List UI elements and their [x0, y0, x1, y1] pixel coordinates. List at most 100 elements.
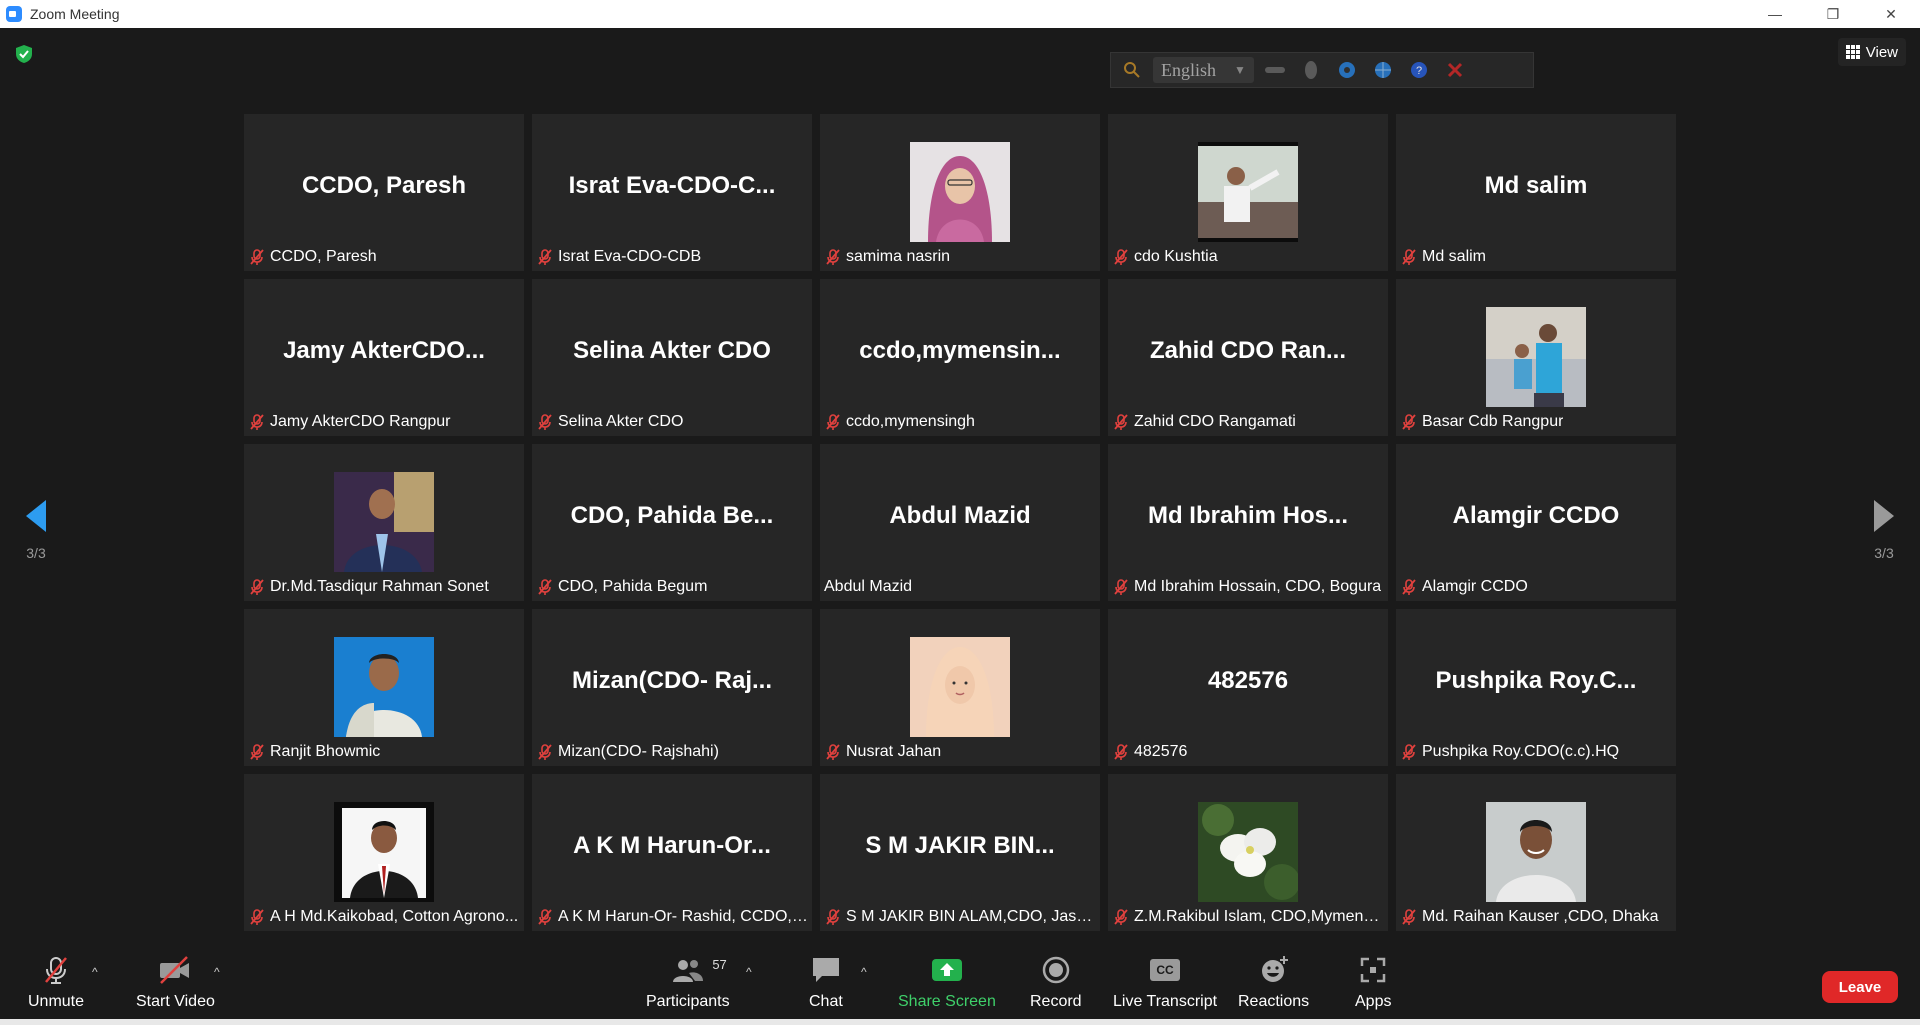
muted-mic-icon	[1114, 909, 1128, 925]
meeting-toolbar: Unmute ^ Start Video ^ 57 Participants ^…	[0, 945, 1920, 1019]
muted-mic-icon	[538, 579, 552, 595]
participant-display-name: Zahid CDO Ran...	[1149, 337, 1346, 364]
security-shield-icon[interactable]	[14, 44, 34, 64]
participant-tile[interactable]: S M JAKIR BIN... S M JAKIR BIN ALAM,CDO, …	[820, 774, 1100, 931]
settings-tool-icon[interactable]	[1332, 57, 1362, 83]
participant-tile[interactable]: CDO, Pahida Be... CDO, Pahida Begum	[532, 444, 812, 601]
participant-name: CCDO, Paresh	[270, 248, 377, 265]
participant-name: Israt Eva-CDO-CDB	[558, 248, 702, 265]
reactions-button[interactable]: Reactions	[1238, 953, 1309, 1011]
participant-tile[interactable]: ccdo,mymensin... ccdo,mymensingh	[820, 279, 1100, 436]
participant-namebar: CCDO, Paresh	[248, 245, 377, 269]
participant-namebar: A K M Harun-Or- Rashid, CCDO, T...	[536, 905, 808, 929]
start-video-button[interactable]: Start Video	[136, 953, 215, 1011]
muted-mic-icon	[250, 909, 264, 925]
participant-tile[interactable]: Mizan(CDO- Raj... Mizan(CDO- Rajshahi)	[532, 609, 812, 766]
muted-mic-icon	[250, 744, 264, 760]
live-transcript-button[interactable]: CC Live Transcript	[1113, 953, 1217, 1011]
chat-button[interactable]: Chat	[809, 953, 843, 1011]
participant-namebar: Jamy AkterCDO Rangpur	[248, 410, 451, 434]
zoom-app-icon	[6, 6, 22, 22]
next-page-control[interactable]: 3/3	[1864, 498, 1904, 561]
participant-namebar: Pushpika Roy.CDO(c.c).HQ	[1400, 740, 1619, 764]
muted-mic-icon	[1402, 744, 1416, 760]
participant-tile[interactable]: samima nasrin	[820, 114, 1100, 271]
participant-tile[interactable]: CCDO, Paresh CCDO, Paresh	[244, 114, 524, 271]
participants-label: Participants	[646, 993, 730, 1010]
participant-tile[interactable]: Ranjit Bhowmic	[244, 609, 524, 766]
participant-namebar: Mizan(CDO- Rajshahi)	[536, 740, 719, 764]
participant-display-name: 482576	[1207, 667, 1289, 694]
participant-namebar: Selina Akter CDO	[536, 410, 683, 434]
view-label: View	[1865, 43, 1898, 61]
apps-button[interactable]: Apps	[1355, 953, 1391, 1011]
participant-namebar: Alamgir CCDO	[1400, 575, 1528, 599]
participants-button[interactable]: 57 Participants	[646, 953, 730, 1011]
participant-display-name: Selina Akter CDO	[573, 337, 771, 364]
muted-mic-icon	[826, 909, 840, 925]
participant-name: Basar Cdb Rangpur	[1422, 413, 1564, 430]
participant-tile[interactable]: Nusrat Jahan	[820, 609, 1100, 766]
participant-tile[interactable]: Alamgir CCDO Alamgir CCDO	[1396, 444, 1676, 601]
participant-tile[interactable]: Md salim Md salim	[1396, 114, 1676, 271]
participant-tile[interactable]: Basar Cdb Rangpur	[1396, 279, 1676, 436]
language-current: English	[1161, 59, 1217, 80]
chat-options-caret[interactable]: ^	[861, 965, 867, 979]
muted-mic-icon	[1114, 744, 1128, 760]
share-screen-icon	[931, 959, 962, 981]
arrow-left-icon	[26, 500, 46, 532]
participant-tile[interactable]: A H Md.Kaikobad, Cotton Agrono...	[244, 774, 524, 931]
record-button[interactable]: Record	[1030, 953, 1082, 1011]
participants-options-caret[interactable]: ^	[746, 965, 752, 979]
participant-avatar	[334, 637, 434, 737]
participant-tile[interactable]: Z.M.Rakibul Islam, CDO,Mymensin...	[1108, 774, 1388, 931]
share-screen-button[interactable]: Share Screen	[898, 953, 996, 1011]
close-window-button[interactable]: ✕	[1862, 0, 1920, 28]
participant-tile[interactable]: Abdul Mazid Abdul Mazid	[820, 444, 1100, 601]
unmute-button[interactable]: Unmute	[28, 953, 84, 1011]
muted-mic-icon	[1114, 249, 1128, 265]
participant-tile[interactable]: Md. Raihan Kauser ,CDO, Dhaka	[1396, 774, 1676, 931]
help-tool-icon[interactable]: ?	[1404, 57, 1434, 83]
record-icon	[1042, 956, 1070, 984]
view-button[interactable]: View	[1837, 38, 1906, 66]
muted-mic-icon	[1402, 249, 1416, 265]
previous-page-control[interactable]: 3/3	[16, 498, 56, 561]
speaker-tool-icon[interactable]	[1260, 57, 1290, 83]
reactions-label: Reactions	[1238, 993, 1310, 1010]
participant-display-name: A K M Harun-Or...	[573, 832, 771, 859]
participant-tile[interactable]: Pushpika Roy.C... Pushpika Roy.CDO(c.c).H…	[1396, 609, 1676, 766]
language-select[interactable]: English ▼	[1153, 57, 1254, 83]
magnifier-tool-icon[interactable]	[1117, 57, 1147, 83]
window-controls: — ❐ ✕	[1746, 0, 1920, 28]
participant-tile[interactable]: Selina Akter CDO Selina Akter CDO	[532, 279, 812, 436]
audio-options-caret[interactable]: ^	[92, 965, 98, 979]
participant-tile[interactable]: cdo Kushtia	[1108, 114, 1388, 271]
muted-mic-icon	[538, 744, 552, 760]
participant-namebar: Z.M.Rakibul Islam, CDO,Mymensin...	[1112, 905, 1384, 929]
apps-label: Apps	[1355, 993, 1392, 1010]
leave-button[interactable]: Leave	[1822, 971, 1898, 1003]
participant-namebar: Dr.Md.Tasdiqur Rahman Sonet	[248, 575, 489, 599]
minimize-button[interactable]: —	[1746, 0, 1804, 28]
video-options-caret[interactable]: ^	[214, 965, 220, 979]
participant-tile[interactable]: Md Ibrahim Hos... Md Ibrahim Hossain, CDO…	[1108, 444, 1388, 601]
participant-tile[interactable]: Dr.Md.Tasdiqur Rahman Sonet	[244, 444, 524, 601]
participant-tile[interactable]: A K M Harun-Or... A K M Harun-Or- Rashid,…	[532, 774, 812, 931]
globe-tool-icon[interactable]	[1368, 57, 1398, 83]
pointer-tool-icon[interactable]	[1296, 57, 1326, 83]
restore-button[interactable]: ❐	[1804, 0, 1862, 28]
chat-label: Chat	[809, 993, 843, 1010]
participant-tile[interactable]: 482576 482576	[1108, 609, 1388, 766]
participant-name: Ranjit Bhowmic	[270, 743, 381, 760]
participant-tile[interactable]: Israt Eva-CDO-C... Israt Eva-CDO-CDB	[532, 114, 812, 271]
close-tool-icon[interactable]	[1440, 57, 1470, 83]
participant-avatar	[910, 637, 1010, 737]
participants-count: 57	[712, 957, 727, 972]
participant-namebar: ccdo,mymensingh	[824, 410, 975, 434]
participant-tile[interactable]: Jamy AkterCDO... Jamy AkterCDO Rangpur	[244, 279, 524, 436]
participant-name: ccdo,mymensingh	[846, 413, 975, 430]
muted-mic-icon	[1402, 414, 1416, 430]
participant-namebar: Basar Cdb Rangpur	[1400, 410, 1563, 434]
participant-tile[interactable]: Zahid CDO Ran... Zahid CDO Rangamati	[1108, 279, 1388, 436]
